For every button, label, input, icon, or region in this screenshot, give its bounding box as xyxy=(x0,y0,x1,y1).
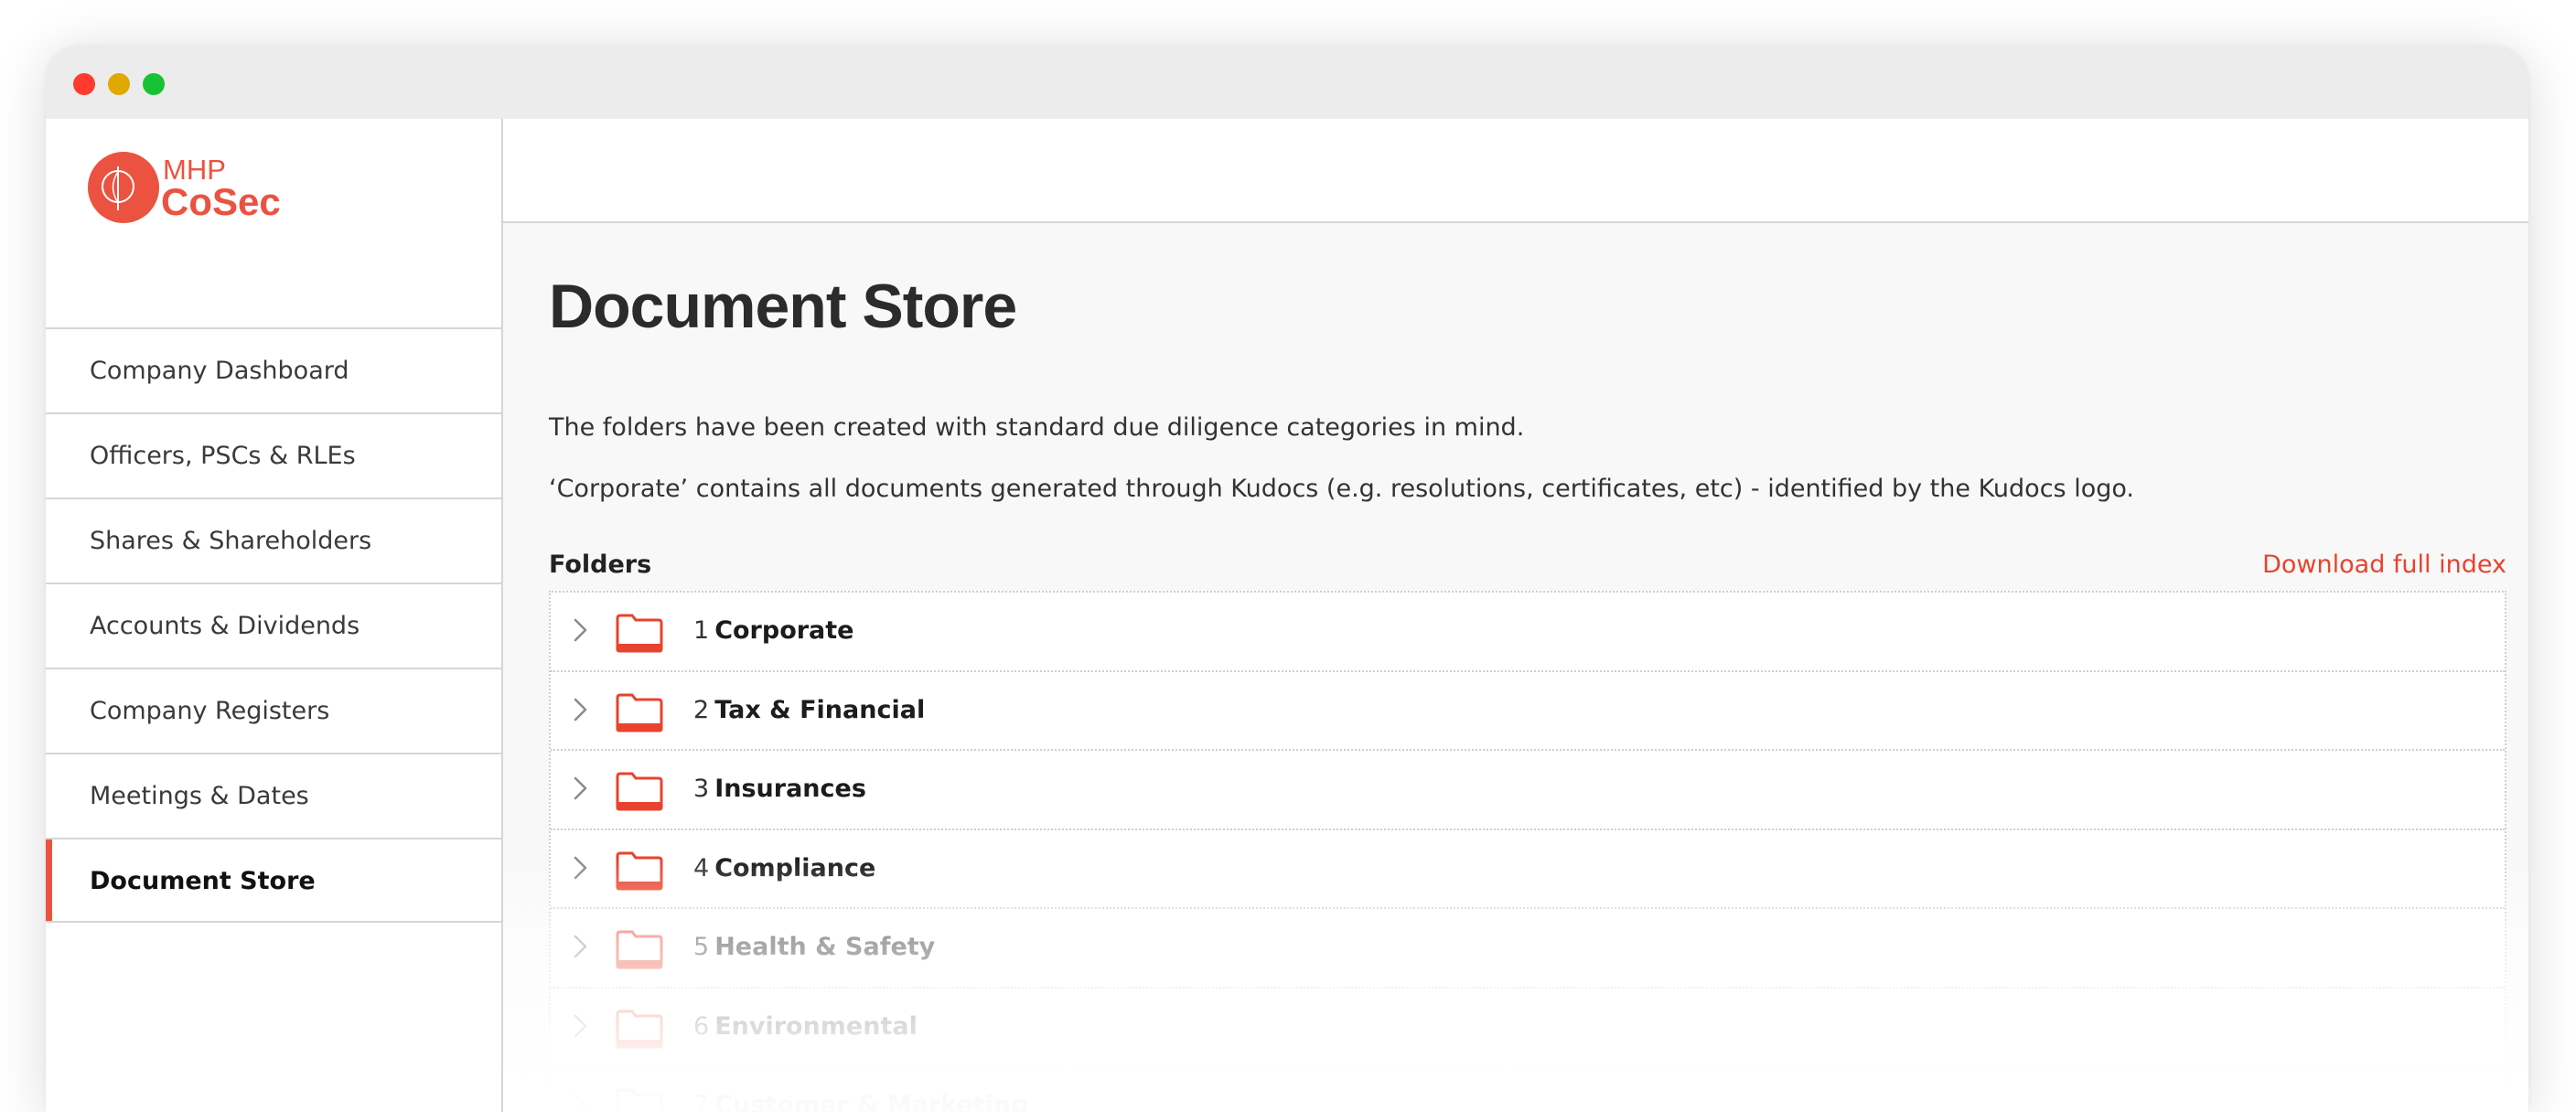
folder-name: Corporate xyxy=(714,616,854,645)
folder-label: 5 Health & Safety xyxy=(693,933,935,961)
maximize-window-button[interactable] xyxy=(143,73,165,95)
folder-number: 3 xyxy=(693,775,710,803)
close-window-button[interactable] xyxy=(73,73,95,95)
folder-icon xyxy=(616,614,663,653)
intro-text-kudocs: ‘Corporate’ contains all documents gener… xyxy=(549,475,2134,503)
folder-number: 7 xyxy=(693,1091,710,1112)
sidebar-item-registers[interactable]: Company Registers xyxy=(46,668,501,753)
folder-list: 1 Corporate 2 Tax & Financial 3 Insurances xyxy=(549,591,2506,1112)
chevron-right-icon[interactable] xyxy=(571,615,591,646)
sidebar-nav: Company Dashboard Officers, PSCs & RLEs … xyxy=(46,327,501,923)
main-panel: Document Store The folders have been cre… xyxy=(503,119,2528,1112)
folder-label: 3 Insurances xyxy=(693,775,866,803)
sidebar: MHP CoSec Company Dashboard Officers, PS… xyxy=(46,119,503,1112)
page-title: Document Store xyxy=(549,272,1017,341)
folder-number: 6 xyxy=(693,1011,710,1041)
folder-number: 2 xyxy=(693,695,710,724)
window-titlebar xyxy=(46,46,2528,119)
chevron-right-icon[interactable] xyxy=(571,852,591,883)
folder-row-3[interactable]: 3 Insurances xyxy=(551,751,2505,830)
logo-wordmark-bottom: CoSec xyxy=(161,180,281,223)
folder-icon xyxy=(616,1010,663,1048)
sidebar-item-company-dashboard[interactable]: Company Dashboard xyxy=(46,327,501,412)
folder-label: 4 Compliance xyxy=(693,854,875,882)
chevron-right-icon[interactable] xyxy=(571,1010,591,1042)
download-full-index-link[interactable]: Download full index xyxy=(2262,551,2506,579)
sidebar-fade xyxy=(46,997,501,1112)
folder-row-7[interactable]: 7 Customer & Marketing xyxy=(551,1067,2505,1112)
folder-label: 6 Environmental xyxy=(693,1012,918,1041)
sidebar-item-document-store[interactable]: Document Store xyxy=(46,838,501,923)
chevron-right-icon[interactable] xyxy=(571,694,591,725)
folder-row-6[interactable]: 6 Environmental xyxy=(551,989,2505,1067)
sidebar-item-accounts[interactable]: Accounts & Dividends xyxy=(46,583,501,668)
folder-name: Health & Safety xyxy=(714,933,936,961)
chevron-right-icon[interactable] xyxy=(571,1089,591,1112)
browser-window: MHP CoSec Company Dashboard Officers, PS… xyxy=(46,46,2528,1112)
sidebar-item-shares[interactable]: Shares & Shareholders xyxy=(46,497,501,583)
folder-name: Tax & Financial xyxy=(714,695,926,724)
folders-heading: Folders xyxy=(549,551,652,579)
folder-icon xyxy=(616,693,663,732)
logo-mark-icon xyxy=(88,152,159,223)
chevron-right-icon[interactable] xyxy=(571,773,591,804)
folder-label: 7 Customer & Marketing xyxy=(693,1091,1029,1112)
folder-label: 1 Corporate xyxy=(693,616,854,645)
folder-icon xyxy=(616,930,663,969)
folder-number: 5 xyxy=(693,933,710,961)
brand-logo[interactable]: MHP CoSec xyxy=(88,148,326,230)
intro-text: The folders have been created with stand… xyxy=(549,413,1525,442)
folder-row-1[interactable]: 1 Corporate xyxy=(551,593,2505,672)
folder-name: Customer & Marketing xyxy=(714,1091,1029,1112)
sidebar-item-officers[interactable]: Officers, PSCs & RLEs xyxy=(46,412,501,497)
minimize-window-button[interactable] xyxy=(108,73,130,95)
folder-row-2[interactable]: 2 Tax & Financial xyxy=(551,672,2505,751)
folder-name: Environmental xyxy=(714,1011,918,1041)
folder-label: 2 Tax & Financial xyxy=(693,696,925,724)
folder-icon xyxy=(616,1088,663,1112)
folder-icon xyxy=(616,772,663,811)
folder-name: Compliance xyxy=(714,853,876,882)
folder-number: 4 xyxy=(693,853,710,882)
folder-name: Insurances xyxy=(714,775,866,803)
folder-row-5[interactable]: 5 Health & Safety xyxy=(551,909,2505,989)
folder-number: 1 xyxy=(693,616,710,645)
folder-row-4[interactable]: 4 Compliance xyxy=(551,830,2505,909)
folder-icon xyxy=(616,851,663,890)
top-bar xyxy=(503,119,2528,223)
chevron-right-icon[interactable] xyxy=(571,931,591,962)
sidebar-item-meetings[interactable]: Meetings & Dates xyxy=(46,753,501,838)
